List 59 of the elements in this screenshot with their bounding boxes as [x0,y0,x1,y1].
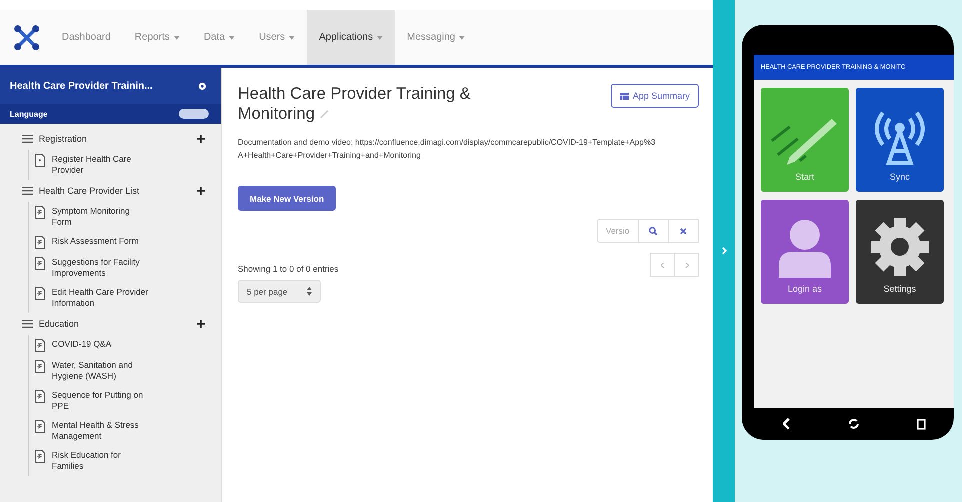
form-link[interactable]: Register Health Care Provider [52,154,152,176]
search-button[interactable] [638,219,669,243]
form-link[interactable]: Water, Sanitation and Hygiene (WASH) [52,360,152,382]
menu-tile[interactable]: Sync [856,88,944,192]
form-link[interactable]: Symptom Monitoring Form [52,206,152,228]
form-link[interactable]: Risk Assessment Form [52,236,152,247]
language-toggle[interactable] [179,109,209,119]
form-icon [35,339,46,352]
app-title: Health Care Provider Trainin... [10,80,153,92]
form-link[interactable]: COVID-19 Q&A [52,339,152,350]
module-label[interactable]: Registration [39,134,191,144]
menu-icon [22,135,33,143]
menu-tile[interactable]: Login as [761,200,849,304]
chevron-left-icon [660,262,664,268]
sort-arrows-icon [307,287,312,296]
nav-tab[interactable]: Applications [307,10,396,65]
app-heading: Health Care Provider Training & Monitoring [238,84,472,124]
antenna-icon [875,111,925,166]
clear-button[interactable] [668,219,699,243]
language-label: Language [10,110,48,118]
form-icon [35,390,46,403]
preview-toggle-bar[interactable] [713,0,735,502]
table-icon [620,92,629,100]
form-link[interactable]: Suggestions for Facility Improvements [52,257,152,279]
square-icon[interactable] [916,418,926,430]
plus-icon[interactable] [197,187,205,195]
search-field[interactable]: Versio [597,219,639,243]
settings-icon[interactable] [198,82,207,90]
entries-info: Showing 1 to 0 of 0 entries [238,264,339,274]
close-icon [680,228,687,234]
form-icon [35,420,46,433]
app-summary-button[interactable]: App Summary [610,84,699,108]
menu-tile[interactable]: Settings [856,200,944,304]
chevron-right-icon [684,262,688,268]
search-icon [649,226,658,236]
form-icon [35,257,46,270]
form-link[interactable]: Edit Health Care Provider Information [52,287,152,309]
module-label[interactable]: Health Care Provider List [39,186,191,196]
make-new-version-button[interactable]: Make New Version [238,186,336,211]
module-label[interactable]: Education [39,319,191,329]
plus-icon[interactable] [197,135,205,143]
back-icon[interactable] [782,418,790,430]
documentation-text: Documentation and demo video: https://confluence.dimagi.com/display/commcarepublic/COVID-19+Template+App%3A+Health+Care+Provider+Training+and+Monitoring [238,137,657,162]
menu-icon [22,187,33,195]
form-link[interactable]: Sequence for Putting on PPE [52,390,152,412]
form-icon [35,206,46,219]
plus-icon[interactable] [197,320,205,328]
form-link[interactable]: Mental Health & Stress Management [52,420,152,442]
form-icon [35,236,46,249]
form-icon [35,450,46,463]
page-size-select[interactable]: 5 per page [238,280,321,303]
form-icon [35,287,46,300]
logo-icon[interactable] [14,24,40,50]
gear-icon [869,216,931,278]
form-icon [35,360,46,373]
refresh-icon[interactable] [848,418,860,430]
menu-icon [22,320,33,328]
form-link[interactable]: Risk Education for Families [52,450,152,472]
register-form-icon [35,154,46,167]
